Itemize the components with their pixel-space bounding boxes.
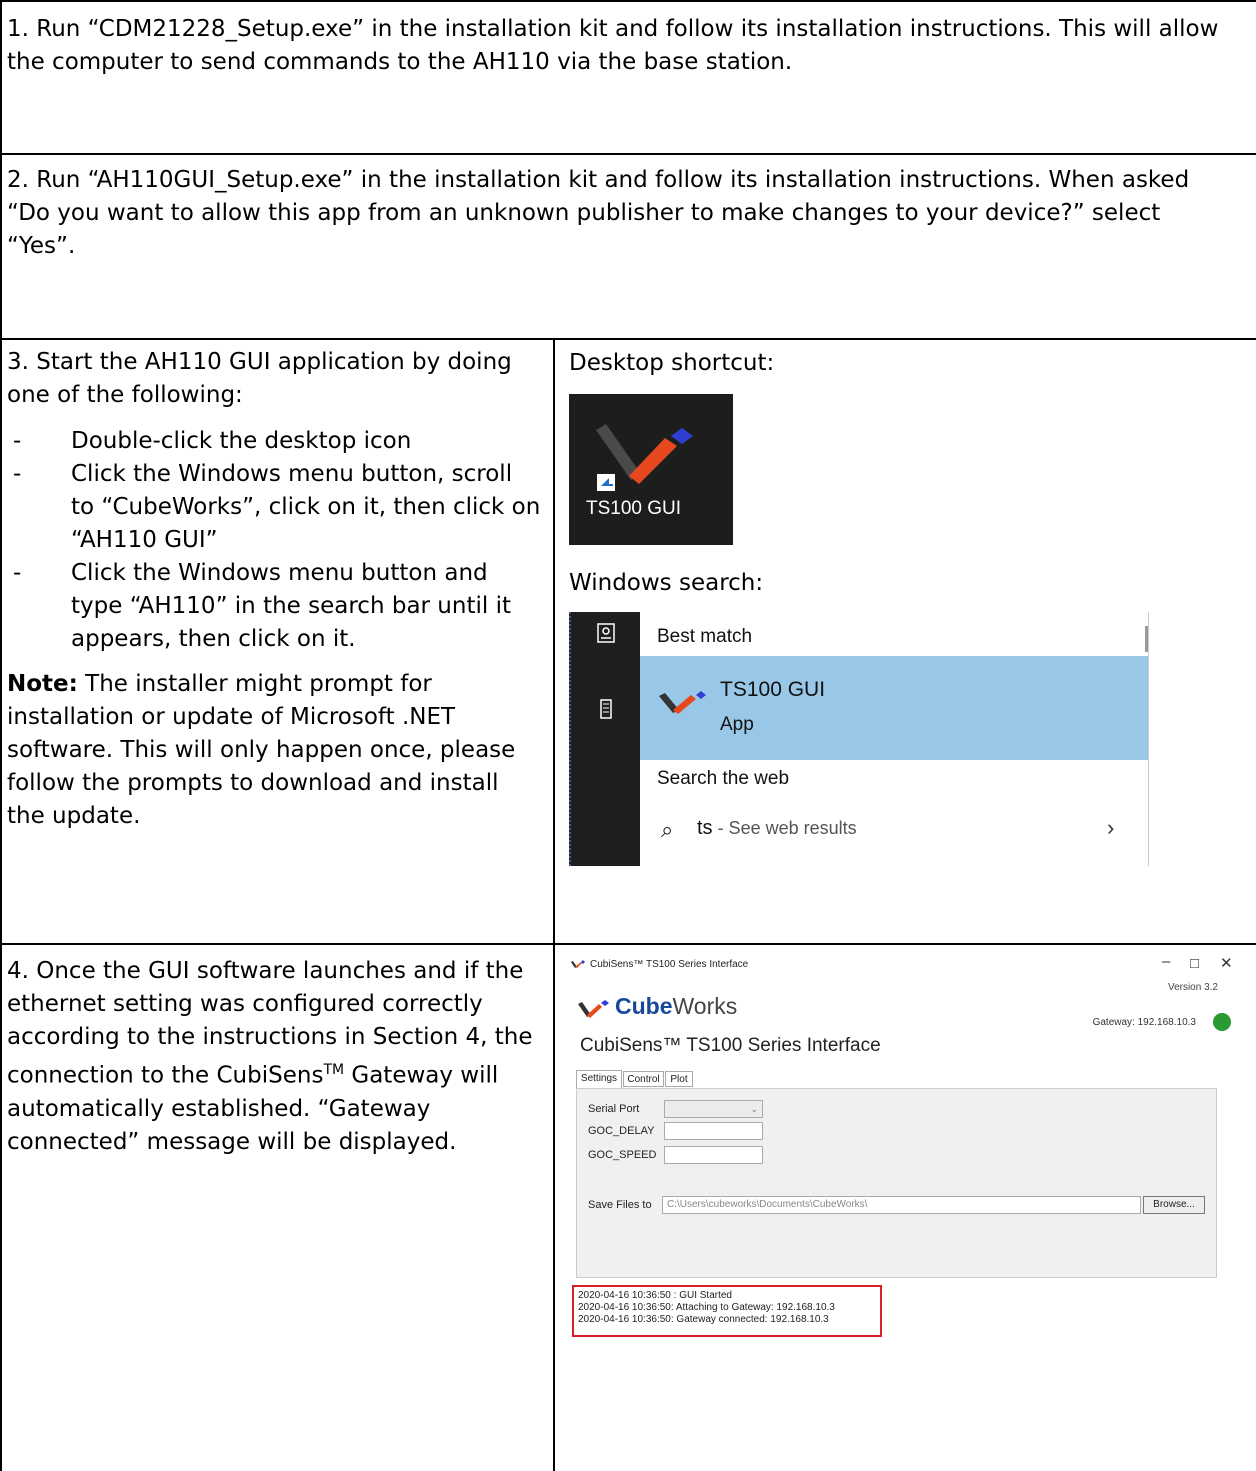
step-3-note: Note: The installer might prompt for ins…: [7, 668, 542, 833]
step-3-options: Double-click the desktop icon Click the …: [7, 425, 542, 656]
log-line: 2020-04-16 10:36:50: Attaching to Gatewa…: [578, 1302, 835, 1313]
instructions-table: 1. Run “CDM21228_Setup.exe” in the insta…: [0, 0, 1256, 1471]
minimize-icon[interactable]: –: [1162, 953, 1170, 970]
cubeworks-logo-icon: [578, 1000, 609, 1018]
web-search-item[interactable]: ts - See web results: [697, 817, 857, 840]
step-4-text: 4. Once the GUI software launches and if…: [7, 955, 542, 1159]
maximize-icon[interactable]: □: [1190, 955, 1199, 972]
list-item: Click the Windows menu button, scroll to…: [7, 458, 542, 557]
tab-plot[interactable]: Plot: [665, 1071, 693, 1087]
query-text: ts: [697, 817, 713, 839]
serial-port-label: Serial Port: [588, 1103, 640, 1115]
goc-speed-label: GOC_SPEED: [588, 1149, 657, 1161]
table-divider-1: [0, 153, 1256, 155]
windows-search-panel: Best match TS100 GUI App Search the web …: [569, 612, 1149, 866]
log-output: 2020-04-16 10:36:50 : GUI Started 2020-0…: [572, 1285, 882, 1337]
tsgui-logo-icon: [659, 691, 706, 714]
document-icon[interactable]: [593, 698, 619, 724]
result-name: TS100 GUI: [720, 678, 826, 701]
search-icon: ⌕: [661, 817, 674, 842]
windows-search-label: Windows search:: [569, 570, 764, 596]
gateway-status: Gateway: 192.168.10.3: [1092, 1017, 1196, 1028]
shortcut-label: TS100 GUI: [586, 498, 682, 519]
goc-delay-input[interactable]: [664, 1122, 763, 1140]
step-3-cell: 3. Start the AH110 GUI application by do…: [7, 346, 542, 833]
save-path-input[interactable]: C:\Users\cubeworks\Documents\CubeWorks\: [662, 1196, 1141, 1214]
table-divider-2: [0, 338, 1256, 340]
result-type: App: [720, 714, 754, 735]
close-icon[interactable]: ✕: [1220, 954, 1233, 972]
desktop-shortcut-icon[interactable]: TS100 GUI: [569, 394, 733, 545]
app-logo-icon: [571, 960, 585, 968]
home-icon[interactable]: [593, 622, 619, 648]
step-2-cell: 2. Run “AH110GUI_Setup.exe” in the insta…: [7, 164, 1232, 263]
serial-port-select[interactable]: ⌄: [664, 1100, 763, 1118]
trademark-superscript: TM: [323, 1062, 345, 1078]
query-suffix: - See web results: [712, 818, 857, 838]
step-3-intro: 3. Start the AH110 GUI application by do…: [7, 349, 512, 408]
step-1-cell: 1. Run “CDM21228_Setup.exe” in the insta…: [7, 13, 1232, 79]
list-item: Double-click the desktop icon: [7, 425, 542, 458]
note-text: The installer might prompt for installat…: [7, 671, 516, 829]
table-column-divider: [553, 338, 555, 1471]
best-match-heading: Best match: [657, 626, 753, 647]
version-label: Version 3.2: [1167, 982, 1218, 993]
table-border-top: [0, 0, 1256, 2]
search-rail: [569, 612, 640, 866]
chevron-down-icon: ⌄: [750, 1104, 758, 1114]
scrollbar[interactable]: [1145, 626, 1148, 652]
brand-rest: Works: [672, 993, 738, 1019]
app-title: CubiSens™ TS100 Series Interface: [580, 1035, 881, 1056]
brand-bold: Cube: [615, 993, 673, 1019]
gui-screenshot: CubiSens™ TS100 Series Interface – □ ✕ V…: [565, 953, 1252, 1337]
save-files-label: Save Files to: [588, 1199, 652, 1211]
tab-settings[interactable]: Settings: [576, 1070, 622, 1088]
settings-panel: Serial Port ⌄ GOC_DELAY GOC_SPEED Save F…: [576, 1088, 1217, 1278]
chevron-right-icon[interactable]: ›: [1107, 815, 1114, 841]
desktop-shortcut-label: Desktop shortcut:: [569, 350, 775, 376]
tab-control[interactable]: Control: [623, 1071, 664, 1087]
log-line: 2020-04-16 10:36:50 : GUI Started: [578, 1290, 732, 1301]
tsgui-logo-icon: [596, 424, 693, 491]
log-line: 2020-04-16 10:36:50: Gateway connected: …: [578, 1314, 829, 1325]
note-label: Note:: [7, 671, 78, 697]
brand-name: CubeWorks: [615, 993, 737, 1020]
list-item: Click the Windows menu button and type “…: [7, 557, 542, 656]
search-web-heading: Search the web: [657, 768, 790, 789]
step-4-cell: 4. Once the GUI software launches and if…: [7, 955, 542, 1159]
table-border-left: [0, 0, 2, 1471]
search-result-item[interactable]: TS100 GUI App: [640, 656, 1148, 760]
search-divider: [1148, 612, 1149, 866]
window-title: CubiSens™ TS100 Series Interface: [590, 959, 749, 970]
step-1-text: 1. Run “CDM21228_Setup.exe” in the insta…: [7, 16, 1219, 75]
browse-button[interactable]: Browse...: [1143, 1196, 1205, 1214]
goc-delay-label: GOC_DELAY: [588, 1125, 655, 1137]
step-2-text: 2. Run “AH110GUI_Setup.exe” in the insta…: [7, 167, 1190, 259]
goc-speed-input[interactable]: [664, 1146, 763, 1164]
table-divider-3: [0, 943, 1256, 945]
connection-status-icon: [1213, 1013, 1231, 1031]
